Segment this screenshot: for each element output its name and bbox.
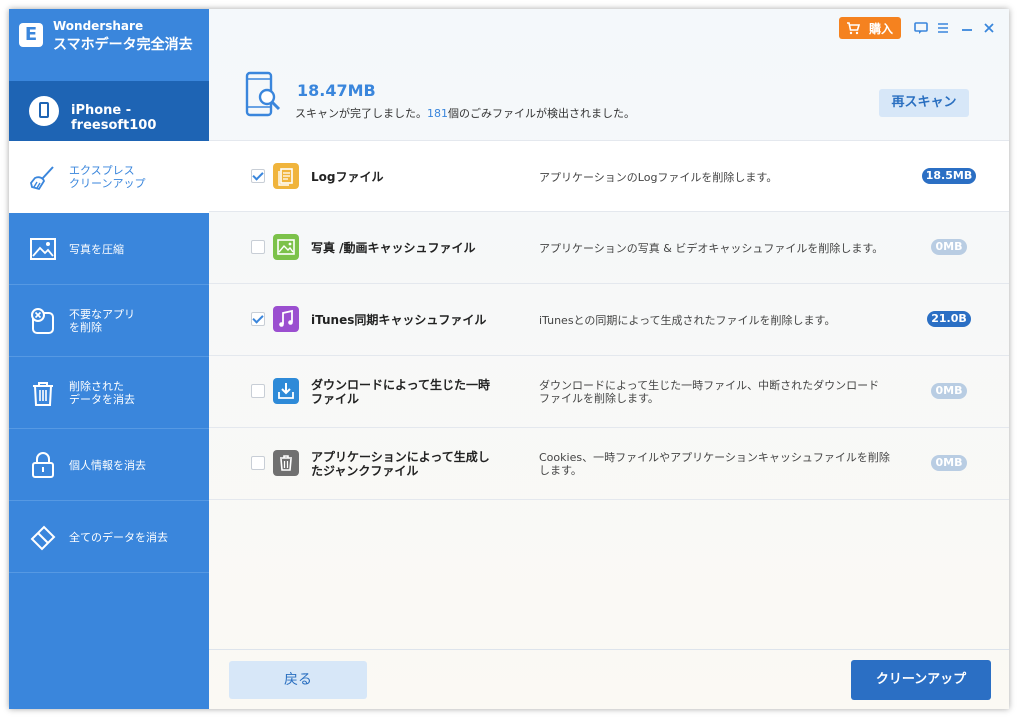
category-description: Cookies、一時ファイルやアプリケーションキャッシュファイルを削除します。 — [539, 451, 890, 477]
feedback-icon[interactable] — [913, 20, 929, 36]
back-button[interactable]: 戻る — [229, 661, 367, 699]
sidebar-item-erase-deleted[interactable]: 削除された データを消去 — [9, 357, 209, 429]
device-name: iPhone - freesoft100 — [71, 103, 157, 133]
category-row-log[interactable]: Logファイル アプリケーションのLogファイルを削除します。 18.5MB — [209, 140, 1009, 212]
sidebar-item-label: 個人情報を消去 — [69, 458, 146, 472]
app-window: E Wondershare スマホデータ完全消去 iPhone - freeso… — [9, 9, 1009, 709]
sidebar-item-express-cleanup[interactable]: エクスプレス クリーンアップ — [9, 141, 209, 213]
sidebar-item-erase-all[interactable]: 全てのデータを消去 — [9, 501, 209, 573]
scan-msg-prefix: スキャンが完了しました。 — [295, 107, 427, 120]
category-checkbox[interactable] — [251, 240, 265, 254]
category-row-app-junk[interactable]: アプリケーションによって生成したジャンクファイル Cookies、一時ファイルや… — [209, 428, 1009, 500]
junk-file-count: 181 — [427, 107, 448, 120]
junk-size-total: 18.47MB — [297, 81, 376, 100]
category-name: 写真 /動画キャッシュファイル — [311, 241, 476, 255]
buy-label: 購入 — [868, 22, 893, 36]
brand-name: Wondershare — [53, 19, 144, 33]
sidebar: E Wondershare スマホデータ完全消去 iPhone - freeso… — [9, 9, 209, 709]
category-size-badge: 18.5MB — [922, 168, 976, 184]
sidebar-item-erase-private[interactable]: 個人情報を消去 — [9, 429, 209, 501]
photo-cache-icon — [273, 234, 299, 260]
footer-bar: 戻る クリーンアップ — [209, 649, 1009, 709]
close-icon[interactable] — [981, 20, 997, 36]
download-icon — [273, 378, 299, 404]
category-name: iTunes同期キャッシュファイル — [311, 313, 487, 327]
category-description: iTunesとの同期によって生成されたファイルを削除します。 — [539, 313, 836, 327]
title-bar: 購入 — [209, 9, 1009, 69]
category-checkbox[interactable] — [251, 312, 265, 326]
category-row-download-temp[interactable]: ダウンロードによって生じた一時ファイル ダウンロードによって生じた一時ファイル、… — [209, 356, 1009, 428]
app-logo-icon: E — [19, 23, 43, 47]
category-row-photo-cache[interactable]: 写真 /動画キャッシュファイル アプリケーションの写真 & ビデオキャッシュファ… — [209, 212, 1009, 284]
category-description: アプリケーションのLogファイルを削除します。 — [539, 170, 778, 184]
minimize-icon[interactable] — [959, 20, 975, 36]
category-size-badge: 21.0B — [927, 311, 971, 327]
lock-icon — [32, 452, 54, 478]
eraser-icon — [30, 525, 56, 551]
phone-scan-icon — [245, 71, 281, 117]
category-name: ダウンロードによって生じた一時ファイル — [311, 378, 491, 406]
cart-icon — [847, 22, 860, 35]
category-checkbox[interactable] — [251, 456, 265, 470]
phone-icon — [29, 96, 59, 126]
sidebar-item-label: 不要なアプリ を削除 — [69, 308, 135, 334]
main-panel: 購入 18.47MB スキャンが完了しました。181個のごみファイルが検出されま… — [209, 9, 1009, 709]
music-note-icon — [273, 306, 299, 332]
sidebar-item-compress-photos[interactable]: 写真を圧縮 — [9, 213, 209, 285]
rescan-button[interactable]: 再スキャン — [879, 89, 969, 117]
product-name: スマホデータ完全消去 — [53, 37, 193, 53]
category-name: アプリケーションによって生成したジャンクファイル — [311, 450, 490, 478]
sidebar-item-label: 写真を圧縮 — [69, 242, 124, 256]
category-row-itunes-cache[interactable]: iTunes同期キャッシュファイル iTunesとの同期によって生成されたファイ… — [209, 284, 1009, 356]
category-checkbox[interactable] — [251, 384, 265, 398]
category-size-badge: 0MB — [931, 383, 967, 399]
cleanup-button[interactable]: クリーンアップ — [851, 660, 991, 700]
log-file-icon — [273, 163, 299, 189]
category-description: アプリケーションの写真 & ビデオキャッシュファイルを削除します。 — [539, 241, 884, 255]
sidebar-item-label: 削除された データを消去 — [69, 380, 135, 406]
app-remove-icon — [31, 308, 54, 334]
device-selector[interactable]: iPhone - freesoft100 — [9, 81, 209, 141]
scan-msg-suffix: 個のごみファイルが検出されました。 — [448, 107, 635, 120]
category-size-badge: 0MB — [931, 239, 967, 255]
category-description: ダウンロードによって生じた一時ファイル、中断されたダウンロードファイルを削除しま… — [539, 379, 880, 405]
sidebar-item-label: エクスプレス クリーンアップ — [69, 164, 146, 190]
category-name: Logファイル — [311, 170, 384, 184]
category-checkbox[interactable] — [251, 169, 265, 183]
scan-result-message: スキャンが完了しました。181個のごみファイルが検出されました。 — [295, 105, 635, 121]
sidebar-item-remove-apps[interactable]: 不要なアプリ を削除 — [9, 285, 209, 357]
brand-header: E Wondershare スマホデータ完全消去 — [9, 9, 209, 81]
category-size-badge: 0MB — [931, 455, 967, 471]
junk-trash-icon — [273, 450, 299, 476]
buy-button[interactable]: 購入 — [839, 17, 901, 39]
trash-icon — [33, 382, 53, 406]
image-icon — [30, 238, 56, 260]
menu-icon[interactable] — [935, 20, 951, 36]
sidebar-item-label: 全てのデータを消去 — [69, 530, 168, 544]
broom-icon — [30, 166, 54, 191]
